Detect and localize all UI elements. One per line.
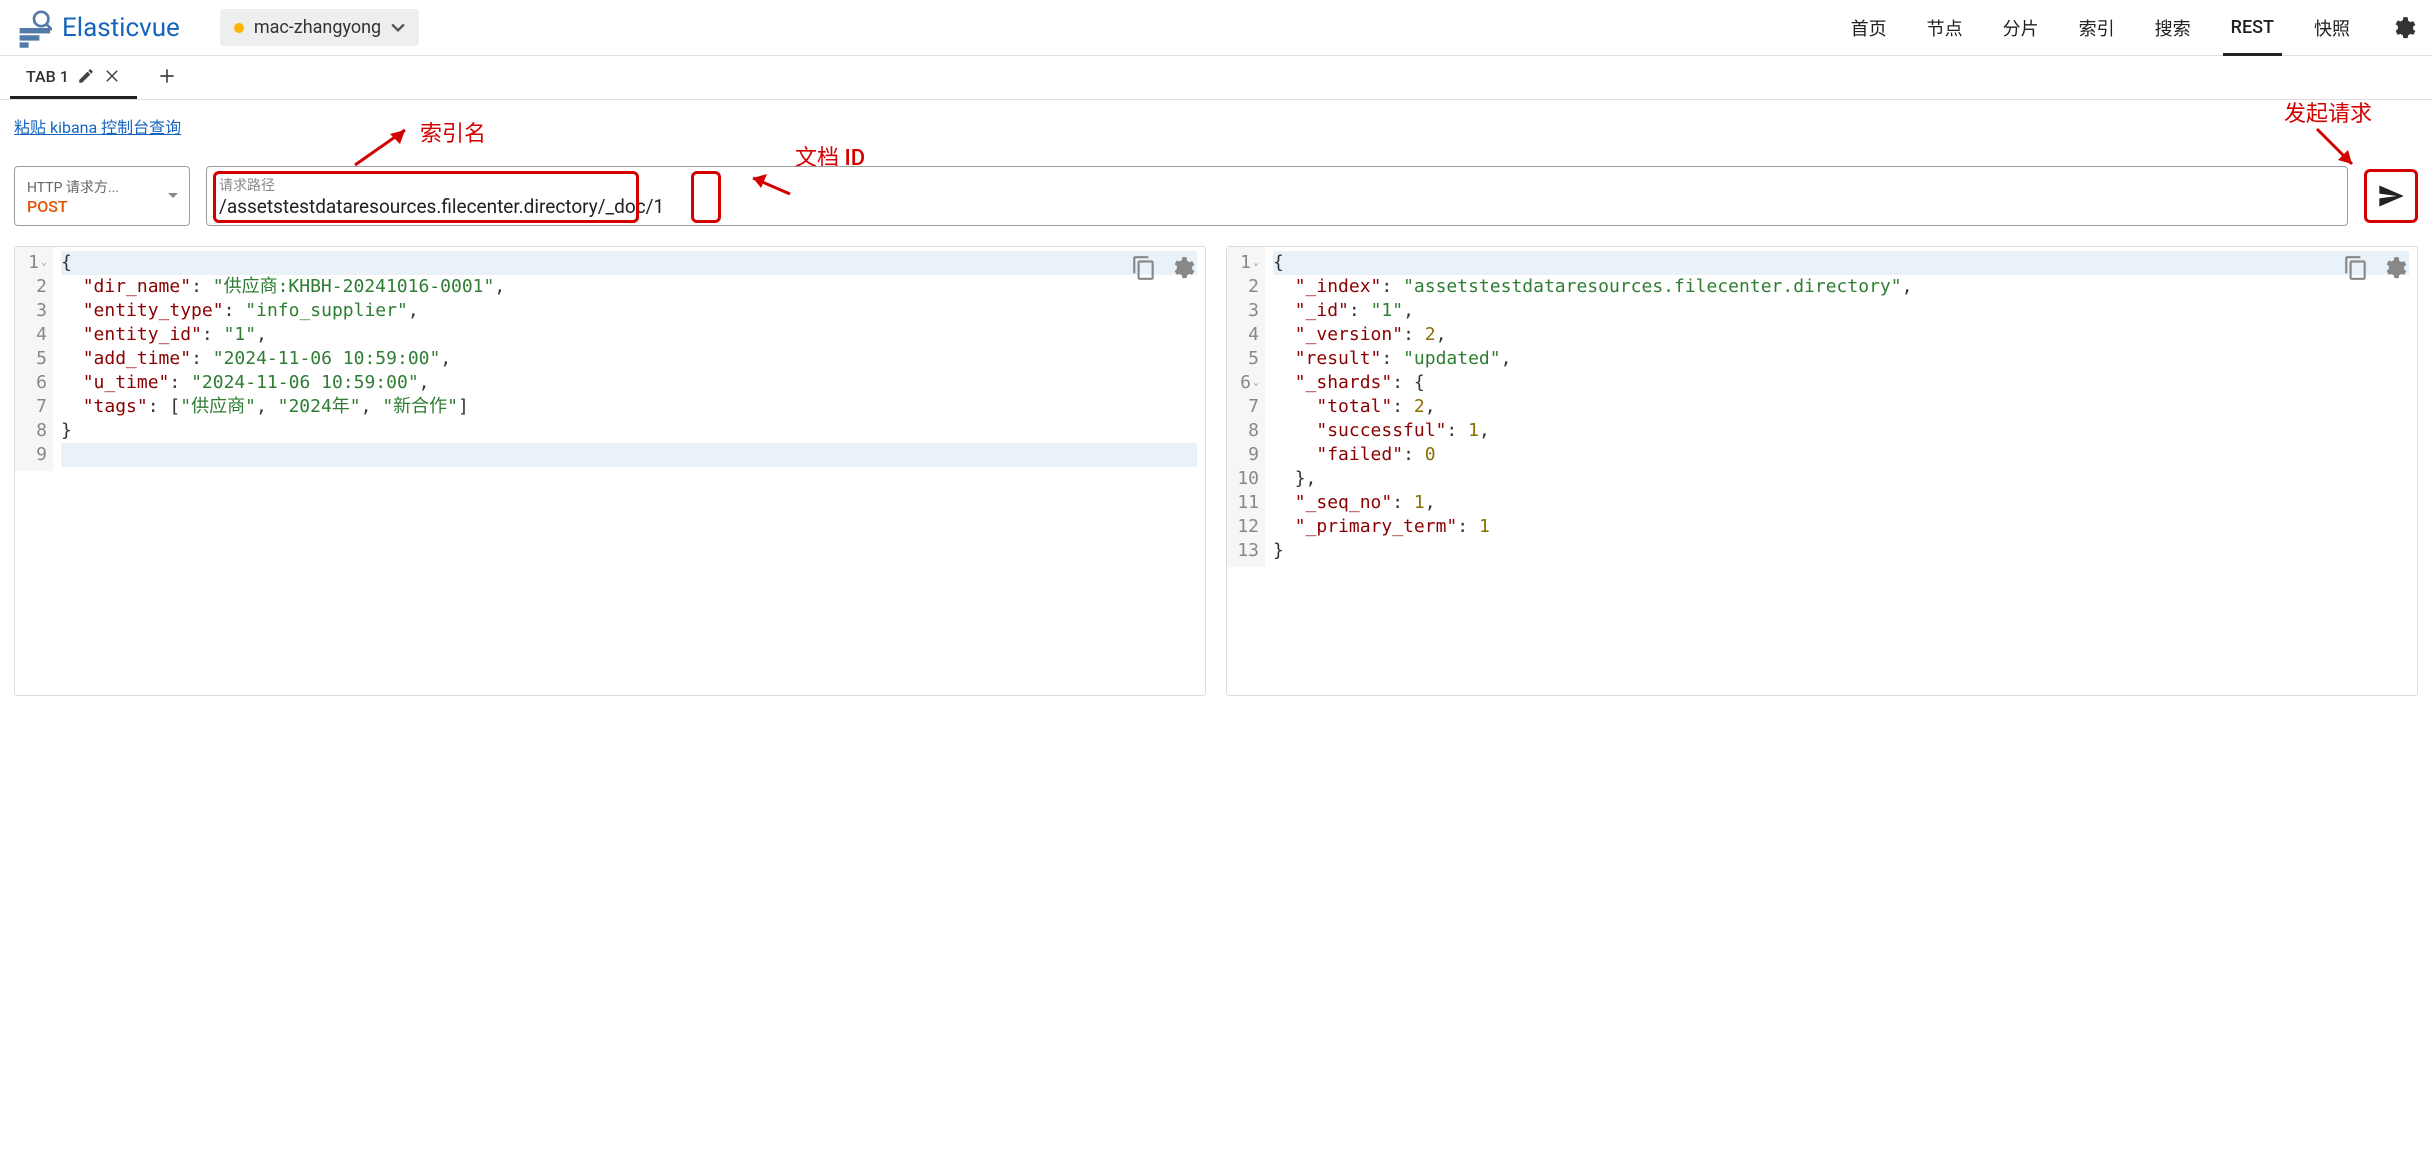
pencil-icon[interactable]: [77, 67, 95, 85]
cluster-status-dot-icon: [234, 23, 244, 33]
gear-icon[interactable]: [2390, 15, 2416, 41]
response-body-editor[interactable]: 1 ⌄23456 ⌄78910111213 { "_index": "asset…: [1226, 246, 2418, 696]
kibana-paste-link[interactable]: 粘贴 kibana 控制台查询: [14, 118, 181, 137]
editors-row: 1 ⌄23456789 { "dir_name": "供应商:KHBH-2024…: [14, 246, 2418, 696]
line-gutter: 1 ⌄23456 ⌄78910111213: [1227, 247, 1265, 567]
plus-icon: [157, 66, 177, 86]
caret-down-icon: [167, 192, 179, 200]
main-area: 粘贴 kibana 控制台查询 索引名 文档 ID 发起请求 HTTP 请求方.…: [0, 100, 2432, 710]
gear-icon[interactable]: [1169, 255, 1195, 281]
tab-label: TAB 1: [26, 67, 69, 86]
request-path-field[interactable]: 请求路径: [206, 166, 2348, 226]
nav-home[interactable]: 首页: [1851, 1, 1887, 55]
annotation-index-name: 索引名: [420, 116, 486, 148]
app-header: Elasticvue mac-zhangyong 首页 节点 分片 索引 搜索 …: [0, 0, 2432, 56]
chevron-down-icon: [391, 23, 405, 33]
logo-area: Elasticvue: [16, 8, 180, 48]
app-name: Elasticvue: [62, 13, 180, 43]
nav-indices[interactable]: 索引: [2079, 1, 2115, 55]
request-body-editor[interactable]: 1 ⌄23456789 { "dir_name": "供应商:KHBH-2024…: [14, 246, 1206, 696]
copy-icon[interactable]: [2343, 255, 2369, 281]
tab-1[interactable]: TAB 1: [10, 56, 137, 99]
cluster-name: mac-zhangyong: [254, 17, 381, 38]
arrow-icon: [350, 120, 420, 170]
gear-icon[interactable]: [2381, 255, 2407, 281]
close-icon[interactable]: [103, 67, 121, 85]
code-area: { "dir_name": "供应商:KHBH-20241016-0001", …: [53, 247, 1205, 471]
nav-search[interactable]: 搜索: [2155, 1, 2191, 55]
code-area: { "_index": "assetstestdataresources.fil…: [1265, 247, 2417, 567]
add-tab-button[interactable]: [157, 64, 177, 92]
method-value: POST: [27, 197, 177, 216]
send-icon: [2377, 182, 2405, 210]
app-logo-icon: [16, 8, 52, 48]
tabs-bar: TAB 1: [0, 56, 2432, 100]
nav-nodes[interactable]: 节点: [1927, 1, 1963, 55]
nav-rest[interactable]: REST: [2231, 3, 2274, 52]
http-method-select[interactable]: HTTP 请求方... POST: [14, 166, 190, 226]
request-row: HTTP 请求方... POST 请求路径: [14, 166, 2418, 226]
nav-shards[interactable]: 分片: [2003, 1, 2039, 55]
request-path-input[interactable]: [219, 195, 2335, 218]
send-request-button[interactable]: [2364, 169, 2418, 223]
cluster-selector[interactable]: mac-zhangyong: [220, 9, 419, 46]
line-gutter: 1 ⌄23456789: [15, 247, 53, 471]
method-label: HTTP 请求方...: [27, 177, 177, 197]
nav-items: 首页 节点 分片 索引 搜索 REST 快照: [1851, 1, 2416, 55]
annotation-send-request: 发起请求: [2284, 96, 2372, 128]
nav-snapshots[interactable]: 快照: [2314, 1, 2350, 55]
copy-icon[interactable]: [1131, 255, 1157, 281]
path-label: 请求路径: [219, 175, 2335, 195]
